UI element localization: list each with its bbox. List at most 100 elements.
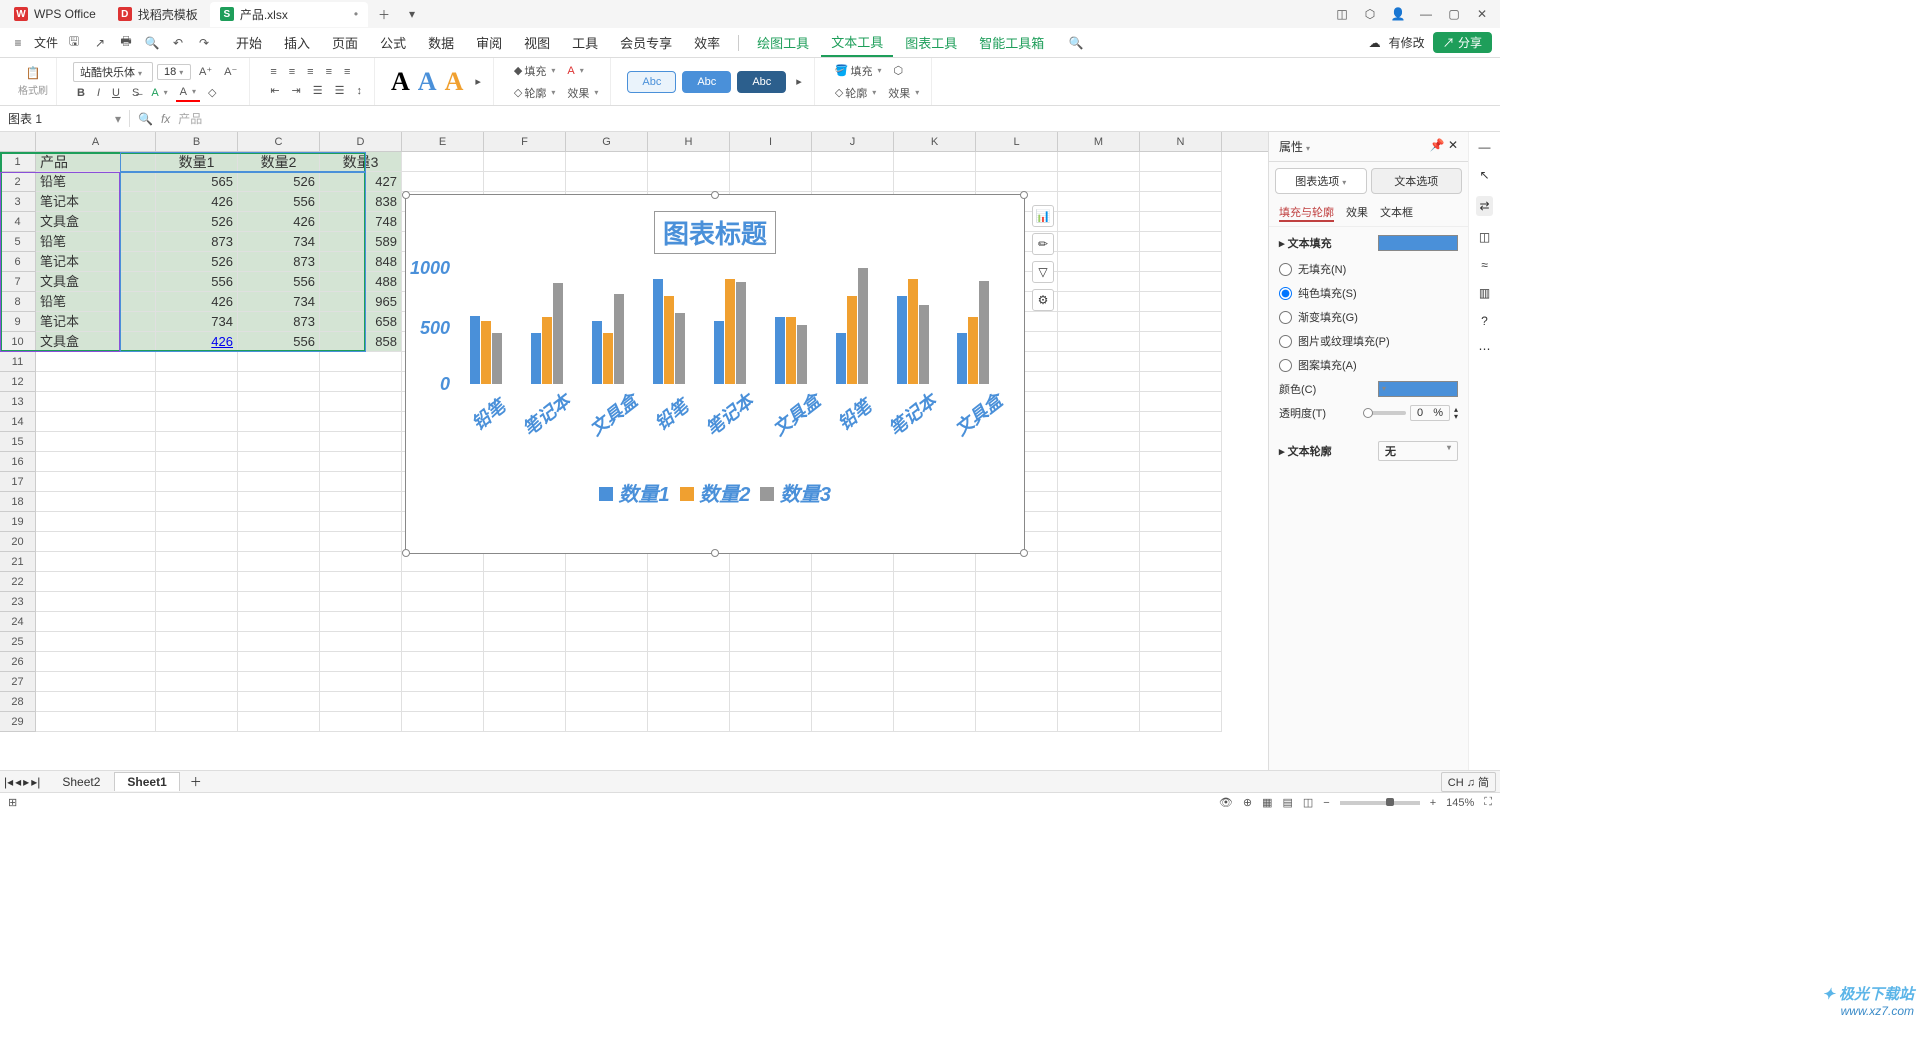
cell-B21[interactable]: [156, 552, 238, 572]
row-header-18[interactable]: 18: [0, 492, 35, 512]
cell-N17[interactable]: [1140, 472, 1222, 492]
cell-A5[interactable]: 铅笔: [36, 232, 156, 252]
cell-C1[interactable]: 数量2: [238, 152, 320, 172]
cell-B15[interactable]: [156, 432, 238, 452]
cell-J26[interactable]: [812, 652, 894, 672]
fx-icon[interactable]: ≈: [1481, 258, 1488, 272]
cell-M8[interactable]: [1058, 292, 1140, 312]
cell-D6[interactable]: 848: [320, 252, 402, 272]
cell-K22[interactable]: [894, 572, 976, 592]
menu-文本工具[interactable]: 文本工具: [821, 28, 893, 57]
share-button[interactable]: ↗ 分享: [1433, 32, 1492, 53]
bar-数量1-5[interactable]: [775, 317, 785, 384]
font-shrink-icon[interactable]: A⁻: [220, 63, 241, 80]
row-header-25[interactable]: 25: [0, 632, 35, 652]
cursor-icon[interactable]: ↖: [1479, 168, 1489, 182]
add-sheet-button[interactable]: ＋: [182, 773, 210, 790]
cell-D14[interactable]: [320, 412, 402, 432]
row-header-12[interactable]: 12: [0, 372, 35, 392]
cell-B27[interactable]: [156, 672, 238, 692]
cell-B8[interactable]: 426: [156, 292, 238, 312]
cell-A23[interactable]: [36, 592, 156, 612]
cell-H25[interactable]: [648, 632, 730, 652]
cell-M17[interactable]: [1058, 472, 1140, 492]
row-header-11[interactable]: 11: [0, 352, 35, 372]
cell-B19[interactable]: [156, 512, 238, 532]
cell-C8[interactable]: 734: [238, 292, 320, 312]
cell-B13[interactable]: [156, 392, 238, 412]
cell-C29[interactable]: [238, 712, 320, 732]
section-outline-label[interactable]: 文本轮廓: [1288, 446, 1332, 458]
row-header-13[interactable]: 13: [0, 392, 35, 412]
preview-icon[interactable]: 🔍: [142, 33, 162, 53]
cell-M27[interactable]: [1058, 672, 1140, 692]
cell-B11[interactable]: [156, 352, 238, 372]
bar-数量2-4[interactable]: [725, 279, 735, 384]
cell-K27[interactable]: [894, 672, 976, 692]
cell-B28[interactable]: [156, 692, 238, 712]
cell-D23[interactable]: [320, 592, 402, 612]
document-tab[interactable]: S 产品.xlsx •: [210, 2, 368, 27]
view-normal-icon[interactable]: ▦: [1262, 796, 1272, 809]
cell-J21[interactable]: [812, 552, 894, 572]
sheet-prev-icon[interactable]: ◂: [15, 775, 21, 789]
cell-K1[interactable]: [894, 152, 976, 172]
cell-G24[interactable]: [566, 612, 648, 632]
menu-图表工具[interactable]: 图表工具: [895, 29, 967, 56]
cell-A6[interactable]: 笔记本: [36, 252, 156, 272]
shape-style-more[interactable]: ▸: [792, 73, 806, 90]
cell-C27[interactable]: [238, 672, 320, 692]
cell-I27[interactable]: [730, 672, 812, 692]
col-header-E[interactable]: E: [402, 132, 484, 151]
bar-数量2-5[interactable]: [786, 317, 796, 384]
cell-A4[interactable]: 文具盒: [36, 212, 156, 232]
avatar-icon[interactable]: 👤: [1384, 2, 1412, 26]
cell-H27[interactable]: [648, 672, 730, 692]
chart-elements-icon[interactable]: 📊: [1032, 205, 1054, 227]
cell-N26[interactable]: [1140, 652, 1222, 672]
shape-fill-btn[interactable]: 🪣 填充: [831, 61, 886, 81]
cell-E1[interactable]: [402, 152, 484, 172]
cell-N9[interactable]: [1140, 312, 1222, 332]
status-left-icon[interactable]: ⊞: [8, 796, 17, 809]
col-header-K[interactable]: K: [894, 132, 976, 151]
cell-H22[interactable]: [648, 572, 730, 592]
fx-cancel-icon[interactable]: 🔍: [138, 112, 153, 126]
cell-B2[interactable]: 565: [156, 172, 238, 192]
bar-数量3-1[interactable]: [553, 283, 563, 384]
cell-D18[interactable]: [320, 492, 402, 512]
text-style-more[interactable]: ▸: [471, 73, 485, 90]
text-style-black[interactable]: A: [391, 67, 410, 97]
cell-N24[interactable]: [1140, 612, 1222, 632]
cell-J28[interactable]: [812, 692, 894, 712]
cell-H24[interactable]: [648, 612, 730, 632]
fx-icon[interactable]: fx: [161, 112, 170, 126]
cell-M24[interactable]: [1058, 612, 1140, 632]
tools-icon[interactable]: ⇄: [1476, 196, 1492, 216]
cell-I21[interactable]: [730, 552, 812, 572]
bar-数量2-2[interactable]: [603, 333, 613, 384]
align-bottom-icon[interactable]: ≡: [340, 64, 354, 80]
cell-L22[interactable]: [976, 572, 1058, 592]
row-header-29[interactable]: 29: [0, 712, 35, 732]
shape-outline-btn[interactable]: ◇ 轮廓: [831, 83, 880, 103]
cell-M25[interactable]: [1058, 632, 1140, 652]
align-left-icon[interactable]: ≡: [266, 64, 280, 80]
cell-D3[interactable]: 838: [320, 192, 402, 212]
cell-L24[interactable]: [976, 612, 1058, 632]
cell-N8[interactable]: [1140, 292, 1222, 312]
cell-A29[interactable]: [36, 712, 156, 732]
row-header-7[interactable]: 7: [0, 272, 35, 292]
cell-F27[interactable]: [484, 672, 566, 692]
template-tab[interactable]: D 找稻壳模板: [108, 2, 208, 27]
cell-G22[interactable]: [566, 572, 648, 592]
cell-A12[interactable]: [36, 372, 156, 392]
col-header-B[interactable]: B: [156, 132, 238, 151]
cell-M29[interactable]: [1058, 712, 1140, 732]
pin-icon[interactable]: 📌: [1430, 138, 1445, 152]
cell-N29[interactable]: [1140, 712, 1222, 732]
cell-N18[interactable]: [1140, 492, 1222, 512]
layout-icon[interactable]: ◫: [1328, 2, 1356, 26]
cell-M5[interactable]: [1058, 232, 1140, 252]
zoom-out-button[interactable]: −: [1323, 797, 1329, 809]
